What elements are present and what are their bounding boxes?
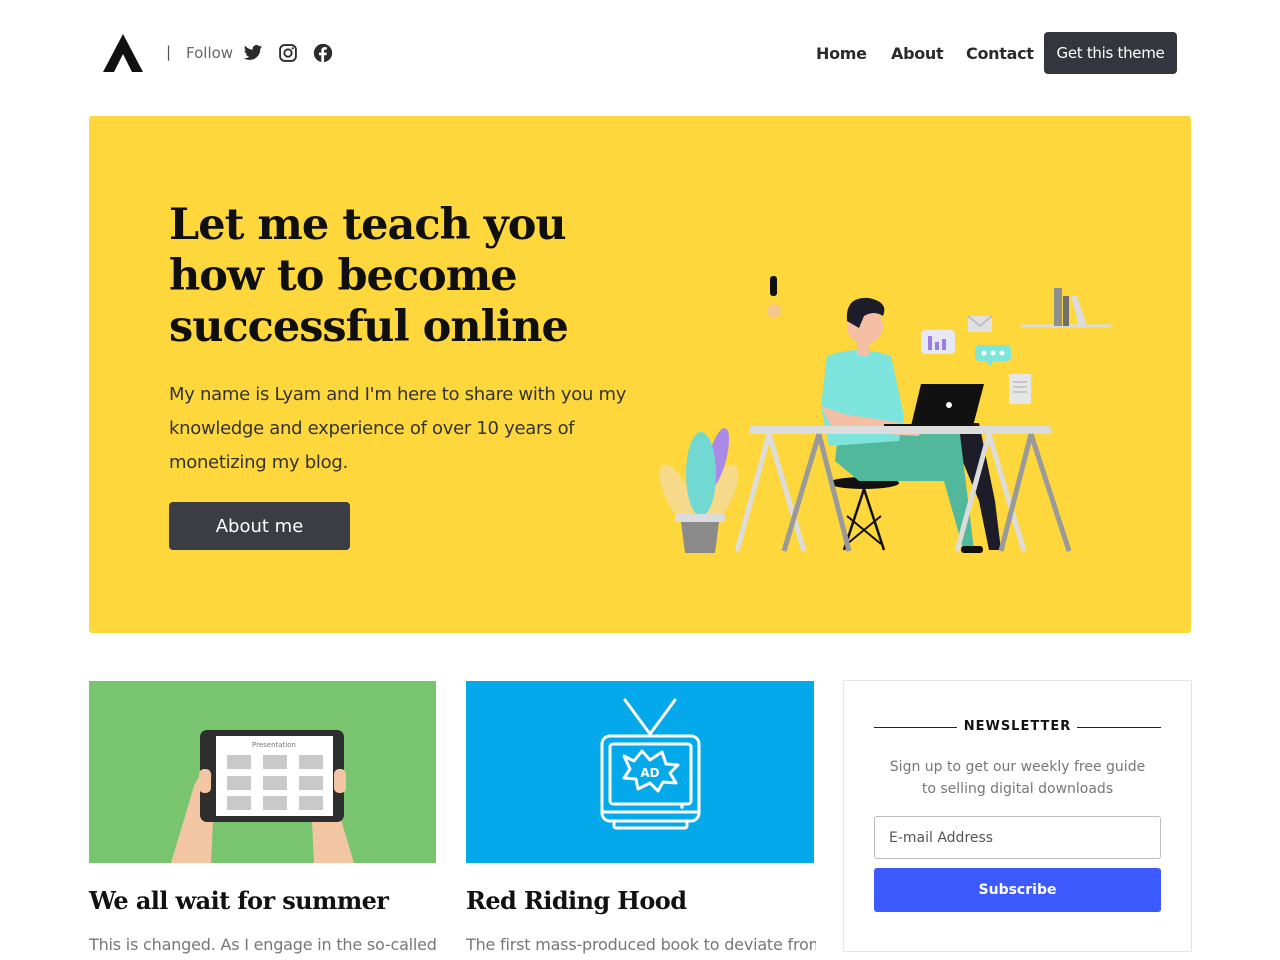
person-at-desk-illustration	[659, 276, 1111, 553]
card-image-summer[interactable]: Presentation	[89, 681, 436, 863]
card-title-summer[interactable]: We all wait for summer	[89, 886, 389, 915]
instagram-icon[interactable]	[278, 43, 298, 63]
card-excerpt-summer: This is changed. As I engage in the so-c…	[89, 935, 437, 954]
hero-text: My name is Lyam and I'm here to share wi…	[169, 384, 627, 473]
facebook-icon[interactable]	[313, 43, 333, 63]
nav-about[interactable]: About	[891, 44, 944, 63]
card-title-red-riding-hood[interactable]: Red Riding Hood	[466, 886, 687, 915]
nav-contact[interactable]: Contact	[966, 44, 1034, 63]
site-header: | Follow Home About Contact Get this the…	[0, 0, 1280, 106]
hero-section: Let me teach you how to become successfu…	[89, 116, 1191, 633]
follow-label: Follow	[186, 44, 234, 62]
email-field[interactable]	[874, 816, 1161, 859]
nav-home[interactable]: Home	[816, 44, 867, 63]
card-image-red-riding-hood[interactable]: AD	[466, 681, 814, 863]
card-excerpt-red-riding-hood: The first mass-produced book to deviate …	[466, 935, 816, 954]
tv-ad-illustration: AD	[600, 698, 701, 830]
newsletter-heading: NEWSLETTER	[963, 719, 1072, 734]
site-logo-icon[interactable]	[103, 34, 143, 72]
tablet-presentation-illustration: Presentation	[171, 730, 354, 863]
about-me-button[interactable]: About me	[169, 502, 350, 550]
twitter-icon[interactable]	[243, 43, 263, 63]
tablet-caption: Presentation	[252, 741, 296, 749]
subscribe-button[interactable]: Subscribe	[874, 868, 1161, 912]
newsletter-widget: NEWSLETTER Sign up to get our weekly fre…	[843, 680, 1192, 952]
header-separator: |	[166, 43, 172, 61]
newsletter-text: Sign up to get our weekly free guide to …	[889, 759, 1146, 797]
ad-caption: AD	[640, 766, 659, 780]
get-theme-button[interactable]: Get this theme	[1044, 32, 1177, 74]
hero-title: Let me teach you how to become successfu…	[169, 200, 569, 352]
